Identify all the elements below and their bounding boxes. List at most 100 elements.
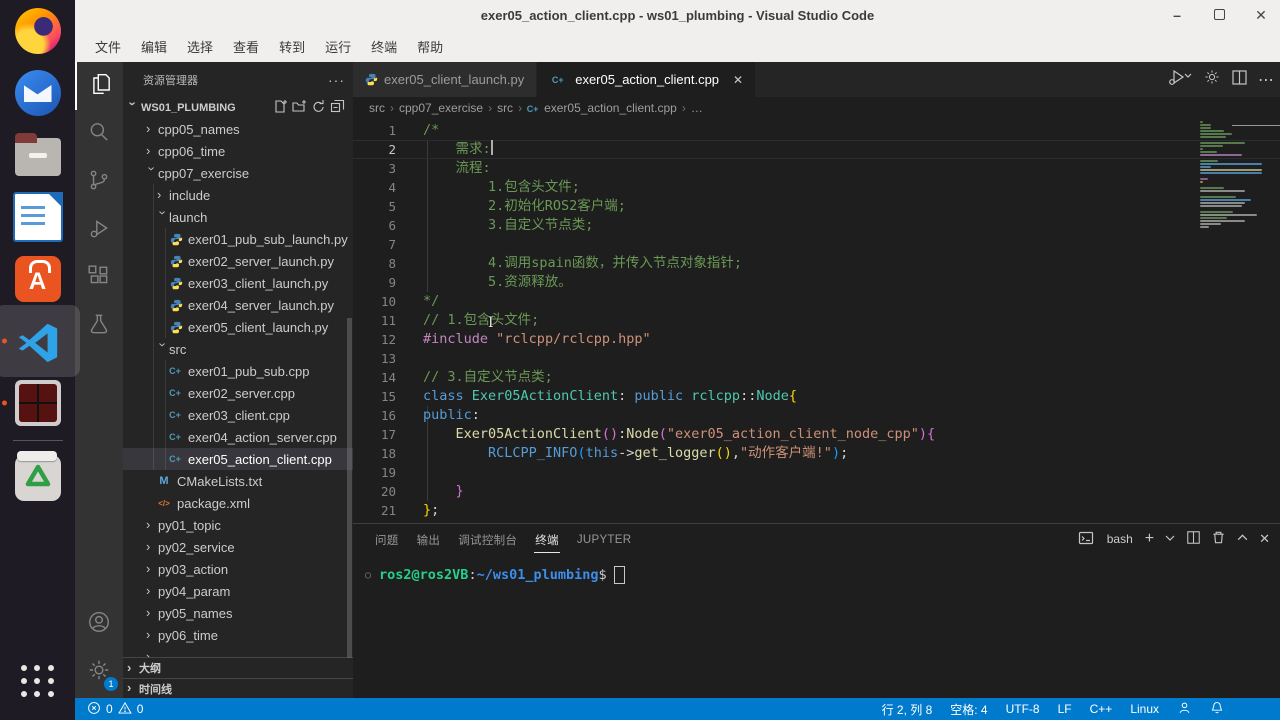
dock-item-ubuntu-software[interactable] <box>0 248 75 310</box>
breadcrumb-item[interactable]: … <box>691 101 703 115</box>
panel-tab-问题[interactable]: 问题 <box>374 526 400 553</box>
close-icon[interactable]: ✕ <box>733 73 743 87</box>
activity-extensions[interactable] <box>75 254 123 302</box>
chevron-down-icon[interactable] <box>1164 532 1176 547</box>
tree-item-include[interactable]: › include <box>123 184 353 206</box>
tree-item-py05_names[interactable]: › py05_names <box>123 602 353 624</box>
tree-item-exer02_server_launch.py[interactable]: exer02_server_launch.py <box>123 250 353 272</box>
activity-search[interactable] <box>75 110 123 158</box>
dock-item-thunderbird[interactable] <box>0 62 75 124</box>
editor-tab-exer05_client_launch.py[interactable]: exer05_client_launch.py <box>353 62 538 97</box>
breadcrumb-item[interactable]: src <box>497 101 513 115</box>
tree-item-exer03_client_launch.py[interactable]: exer03_client_launch.py <box>123 272 353 294</box>
code-line-21[interactable]: 21}; <box>353 501 1280 520</box>
menu-item-编辑[interactable]: 编辑 <box>131 37 177 56</box>
code-line-3[interactable]: 3 流程: <box>353 159 1280 178</box>
tree-item-exer04_action_server.cpp[interactable]: C+ exer04_action_server.cpp <box>123 426 353 448</box>
code-line-15[interactable]: 15 class Exer05ActionClient: public rclcp… <box>353 387 1280 406</box>
maximize-panel-icon[interactable] <box>1236 531 1249 547</box>
code-line-13[interactable]: 13 <box>353 349 1280 368</box>
menu-item-帮助[interactable]: 帮助 <box>407 37 453 56</box>
activity-testing[interactable] <box>75 302 123 350</box>
editor-tab-exer05_action_client.cpp[interactable]: C+ exer05_action_client.cpp ✕ <box>537 62 757 97</box>
minimize-button[interactable]: – <box>1166 7 1188 23</box>
status-item-Linux[interactable]: Linux <box>1130 702 1159 716</box>
menu-item-文件[interactable]: 文件 <box>85 37 131 56</box>
more-actions-icon[interactable]: ⋯ <box>1258 70 1274 90</box>
code-line-7[interactable]: 7 <box>353 235 1280 254</box>
code-line-19[interactable]: 19 <box>353 463 1280 482</box>
panel-tab-JUPYTER[interactable]: JUPYTER <box>576 528 633 551</box>
new-terminal-icon[interactable]: + <box>1145 530 1154 548</box>
problems-status[interactable]: 0 0 <box>87 701 143 718</box>
status-item-行 2, 列 8[interactable]: 行 2, 列 8 <box>882 701 933 718</box>
code-line-14[interactable]: 14 // 3.自定义节点类; <box>353 368 1280 387</box>
terminal[interactable]: ○ ros2@ros2VB: ~/ws01_plumbing $ <box>353 554 1280 584</box>
split-editor-icon[interactable] <box>1231 69 1248 91</box>
more-actions-icon[interactable]: ··· <box>328 72 345 88</box>
menu-item-终端[interactable]: 终端 <box>361 37 407 56</box>
breadcrumb-item[interactable]: cpp07_exercise <box>399 101 483 115</box>
code-line-16[interactable]: 16 public: <box>353 406 1280 425</box>
status-item-LF[interactable]: LF <box>1058 702 1072 716</box>
refresh-icon[interactable] <box>311 99 326 117</box>
tree-item-exer05_client_launch.py[interactable]: exer05_client_launch.py <box>123 316 353 338</box>
maximize-button[interactable] <box>1208 7 1230 23</box>
tree-item-launch[interactable]: › launch <box>123 206 353 228</box>
tree-item-exer02_server.cpp[interactable]: C+ exer02_server.cpp <box>123 382 353 404</box>
close-button[interactable]: ✕ <box>1250 7 1272 24</box>
tree-item-py03_action[interactable]: › py03_action <box>123 558 353 580</box>
menu-item-查看[interactable]: 查看 <box>223 37 269 56</box>
tree-item-CMakeLists.txt[interactable]: M CMakeLists.txt <box>123 470 353 492</box>
code-line-5[interactable]: 5 2.初始化ROS2客户端; <box>353 197 1280 216</box>
outline-section[interactable]: › 大纲 <box>123 657 353 678</box>
tree-item-exer01_pub_sub_launch.py[interactable]: exer01_pub_sub_launch.py <box>123 228 353 250</box>
code-line-20[interactable]: 20 } <box>353 482 1280 501</box>
settings-button[interactable]: 1 <box>75 648 123 696</box>
tree-item-py04_param[interactable]: › py04_param <box>123 580 353 602</box>
code-line-18[interactable]: 18 RCLCPP_INFO(this->get_logger(),"动作客户端… <box>353 444 1280 463</box>
code-line-9[interactable]: 9 5.资源释放。 <box>353 273 1280 292</box>
dock-item-vscode[interactable] <box>0 305 80 377</box>
code-line-10[interactable]: 10 */ <box>353 292 1280 311</box>
code-line-12[interactable]: 12 #include "rclcpp/rclcpp.hpp" <box>353 330 1280 349</box>
dock-item-trash[interactable] <box>0 447 75 509</box>
breadcrumb-item[interactable]: C+ exer05_action_client.cpp <box>527 101 677 115</box>
code-editor[interactable]: 1/* 2 需求: 3 流程: 4 1.包含头文件; 5 2.初始化ROS2客户端; 6 … <box>353 119 1280 523</box>
tree-item-cpp06_time[interactable]: › cpp06_time <box>123 140 353 162</box>
run-cpp-file-icon[interactable] <box>1167 67 1193 92</box>
bell-icon[interactable] <box>1210 701 1224 718</box>
activity-run-debug[interactable] <box>75 206 123 254</box>
tree-item-py01_topic[interactable]: › py01_topic <box>123 514 353 536</box>
status-item-空格: 4[interactable]: 空格: 4 <box>950 701 987 718</box>
tree-item-py06_time[interactable]: › py06_time <box>123 624 353 646</box>
panel-tab-输出[interactable]: 输出 <box>416 526 442 553</box>
account-button[interactable] <box>75 600 123 648</box>
new-folder-icon[interactable] <box>292 99 307 117</box>
code-line-1[interactable]: 1 /* <box>353 121 1280 140</box>
code-line-17[interactable]: 17 Exer05ActionClient():Node("exer05_act… <box>353 425 1280 444</box>
menu-item-转到[interactable]: 转到 <box>269 37 315 56</box>
code-line-8[interactable]: 8 4.调用spain函数，并传入节点对象指针; <box>353 254 1280 273</box>
status-item-C++[interactable]: C++ <box>1090 702 1113 716</box>
dock-item-libreoffice-writer[interactable] <box>0 186 75 248</box>
shell-name[interactable]: bash <box>1107 532 1133 546</box>
feedback-icon[interactable] <box>1177 701 1192 718</box>
tree-item[interactable]: › <box>123 646 353 658</box>
panel-tab-终端[interactable]: 终端 <box>534 526 560 553</box>
dock-item-terminal[interactable] <box>0 372 75 434</box>
tree-item-exer01_pub_sub.cpp[interactable]: C+ exer01_pub_sub.cpp <box>123 360 353 382</box>
minimap[interactable] <box>1200 121 1266 229</box>
code-line-6[interactable]: 6 3.自定义节点类; <box>353 216 1280 235</box>
tree-item-exer03_client.cpp[interactable]: C+ exer03_client.cpp <box>123 404 353 426</box>
dock-item-show-applications[interactable] <box>0 650 75 712</box>
menu-item-运行[interactable]: 运行 <box>315 37 361 56</box>
code-line-4[interactable]: 4 1.包含头文件; <box>353 178 1280 197</box>
activity-explorer[interactable] <box>75 62 125 110</box>
tree-item-package.xml[interactable]: </> package.xml <box>123 492 353 514</box>
tree-item-py02_service[interactable]: › py02_service <box>123 536 353 558</box>
tree-item-exer04_server_launch.py[interactable]: exer04_server_launch.py <box>123 294 353 316</box>
workspace-section-header[interactable]: › WS01_PLUMBING <box>123 97 353 119</box>
split-terminal-icon[interactable] <box>1186 530 1201 548</box>
panel-tab-调试控制台[interactable]: 调试控制台 <box>457 526 518 553</box>
